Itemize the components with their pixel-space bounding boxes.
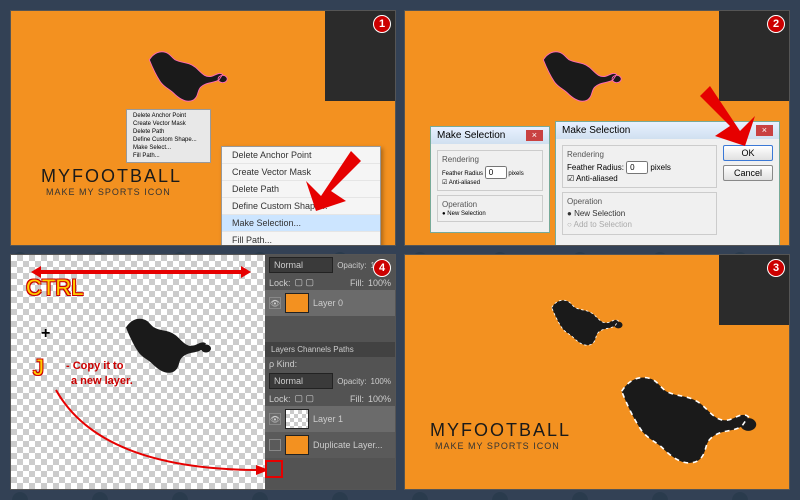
- logo-main: MYFOOTBALL: [430, 420, 571, 441]
- opacity-label: Opacity:: [337, 261, 366, 270]
- fill-label: Fill:: [350, 278, 364, 288]
- double-arrow: [26, 265, 256, 280]
- step-4-panel: CTRL + J - Copy it to a new layer. Norma…: [10, 254, 396, 490]
- mini-menu-item[interactable]: Delete Path: [129, 128, 208, 136]
- mini-menu-item[interactable]: Delete Anchor Point: [129, 112, 208, 120]
- layer-0b-row[interactable]: Duplicate Layer...: [265, 432, 395, 458]
- mini-rendering-label: Rendering: [442, 155, 538, 164]
- layer-name[interactable]: Layer 1: [313, 414, 343, 424]
- mini-dialog-title: Make Selection: [437, 130, 505, 141]
- curved-arrow: [51, 385, 271, 480]
- kind-filter[interactable]: ρ Kind:: [269, 359, 297, 369]
- layer-1-row[interactable]: 👁 Layer 1: [265, 406, 395, 432]
- layer-thumb: [285, 293, 309, 313]
- layers-panel: NormalOpacity:100% Lock:▢ ▢Fill:100% 👁La…: [265, 255, 395, 489]
- mini-aa: Anti-aliased: [449, 180, 480, 186]
- step-badge-1: 1: [373, 15, 391, 33]
- logo-sub: MAKE MY SPORTS ICON: [435, 441, 560, 451]
- player-silhouette: [106, 300, 226, 385]
- dialog-title: Make Selection: [562, 125, 630, 136]
- lock-label-2: Lock:: [269, 394, 291, 404]
- layer-0-row[interactable]: 👁 Layer 0: [265, 290, 395, 316]
- mini-op-label: Operation: [442, 200, 538, 209]
- mini-menu-item[interactable]: Make Select...: [129, 144, 208, 152]
- fill-value-2[interactable]: 100%: [368, 394, 391, 404]
- op-add-selection[interactable]: Add to Selection: [574, 220, 632, 229]
- highlight-box: [265, 460, 283, 478]
- mini-dialog: Make Selection × Rendering Feather Radius…: [430, 126, 550, 233]
- mini-menu-item[interactable]: Fill Path...: [129, 152, 208, 160]
- red-arrow: [301, 146, 371, 216]
- layer-thumb: [285, 435, 309, 455]
- j-key-label: J: [33, 355, 44, 381]
- layers-tabs[interactable]: Layers Channels Paths: [265, 342, 395, 357]
- blend-mode-select[interactable]: Normal: [269, 257, 333, 273]
- op-new-selection[interactable]: New Selection: [574, 209, 625, 218]
- red-arrow: [695, 81, 765, 151]
- logo-main: MYFOOTBALL: [41, 166, 182, 187]
- player-silhouette-small: [535, 285, 635, 355]
- mini-unit: pixels: [508, 171, 523, 177]
- layer-name[interactable]: Layer 0: [313, 298, 343, 308]
- player-silhouette-large: [590, 350, 780, 480]
- player-silhouette: [131, 36, 241, 111]
- mini-feather-label: Feather Radius: [442, 171, 483, 177]
- mini-feather-input[interactable]: [485, 166, 507, 179]
- fill-label-2: Fill:: [350, 394, 364, 404]
- logo-sub: MAKE MY SPORTS ICON: [46, 187, 171, 197]
- step-1-panel: MYFOOTBALL MAKE MY SPORTS ICON Delete An…: [10, 10, 396, 246]
- mini-op-new: New Selection: [447, 211, 485, 217]
- visibility-icon[interactable]: 👁: [269, 413, 281, 425]
- opacity-value-2[interactable]: 100%: [371, 377, 391, 386]
- feather-unit: pixels: [650, 163, 670, 172]
- step-3-panel: MYFOOTBALL MAKE MY SPORTS ICON 3: [404, 254, 790, 490]
- step-badge-4: 4: [373, 259, 391, 277]
- opacity-label-2: Opacity:: [337, 377, 366, 386]
- lock-label: Lock:: [269, 278, 291, 288]
- mini-menu-item[interactable]: Create Vector Mask: [129, 120, 208, 128]
- mini-context-menu: Delete Anchor Point Create Vector Mask D…: [126, 109, 211, 163]
- visibility-icon[interactable]: 👁: [269, 297, 281, 309]
- rendering-label: Rendering: [567, 150, 712, 159]
- feather-input[interactable]: [626, 161, 648, 174]
- blend-mode-select-2[interactable]: Normal: [269, 373, 333, 389]
- cancel-button[interactable]: Cancel: [723, 165, 773, 181]
- menu-fill-path[interactable]: Fill Path...: [222, 232, 380, 246]
- player-silhouette: [525, 36, 635, 111]
- antialias-checkbox[interactable]: Anti-aliased: [576, 174, 618, 183]
- step-badge-3: 3: [767, 259, 785, 277]
- plus-label: +: [41, 325, 50, 343]
- step-badge-2: 2: [767, 15, 785, 33]
- close-icon[interactable]: ×: [526, 130, 543, 141]
- layer-thumb: [285, 409, 309, 429]
- menu-make-selection[interactable]: Make Selection...: [222, 215, 380, 232]
- duplicate-layer-menu[interactable]: Duplicate Layer...: [313, 440, 383, 450]
- fill-value[interactable]: 100%: [368, 278, 391, 288]
- feather-label: Feather Radius:: [567, 163, 624, 172]
- mini-menu-item[interactable]: Define Custom Shape...: [129, 136, 208, 144]
- step-2-panel: Make Selection × Rendering Feather Radius…: [404, 10, 790, 246]
- visibility-icon[interactable]: [269, 439, 281, 451]
- operation-label: Operation: [567, 197, 712, 206]
